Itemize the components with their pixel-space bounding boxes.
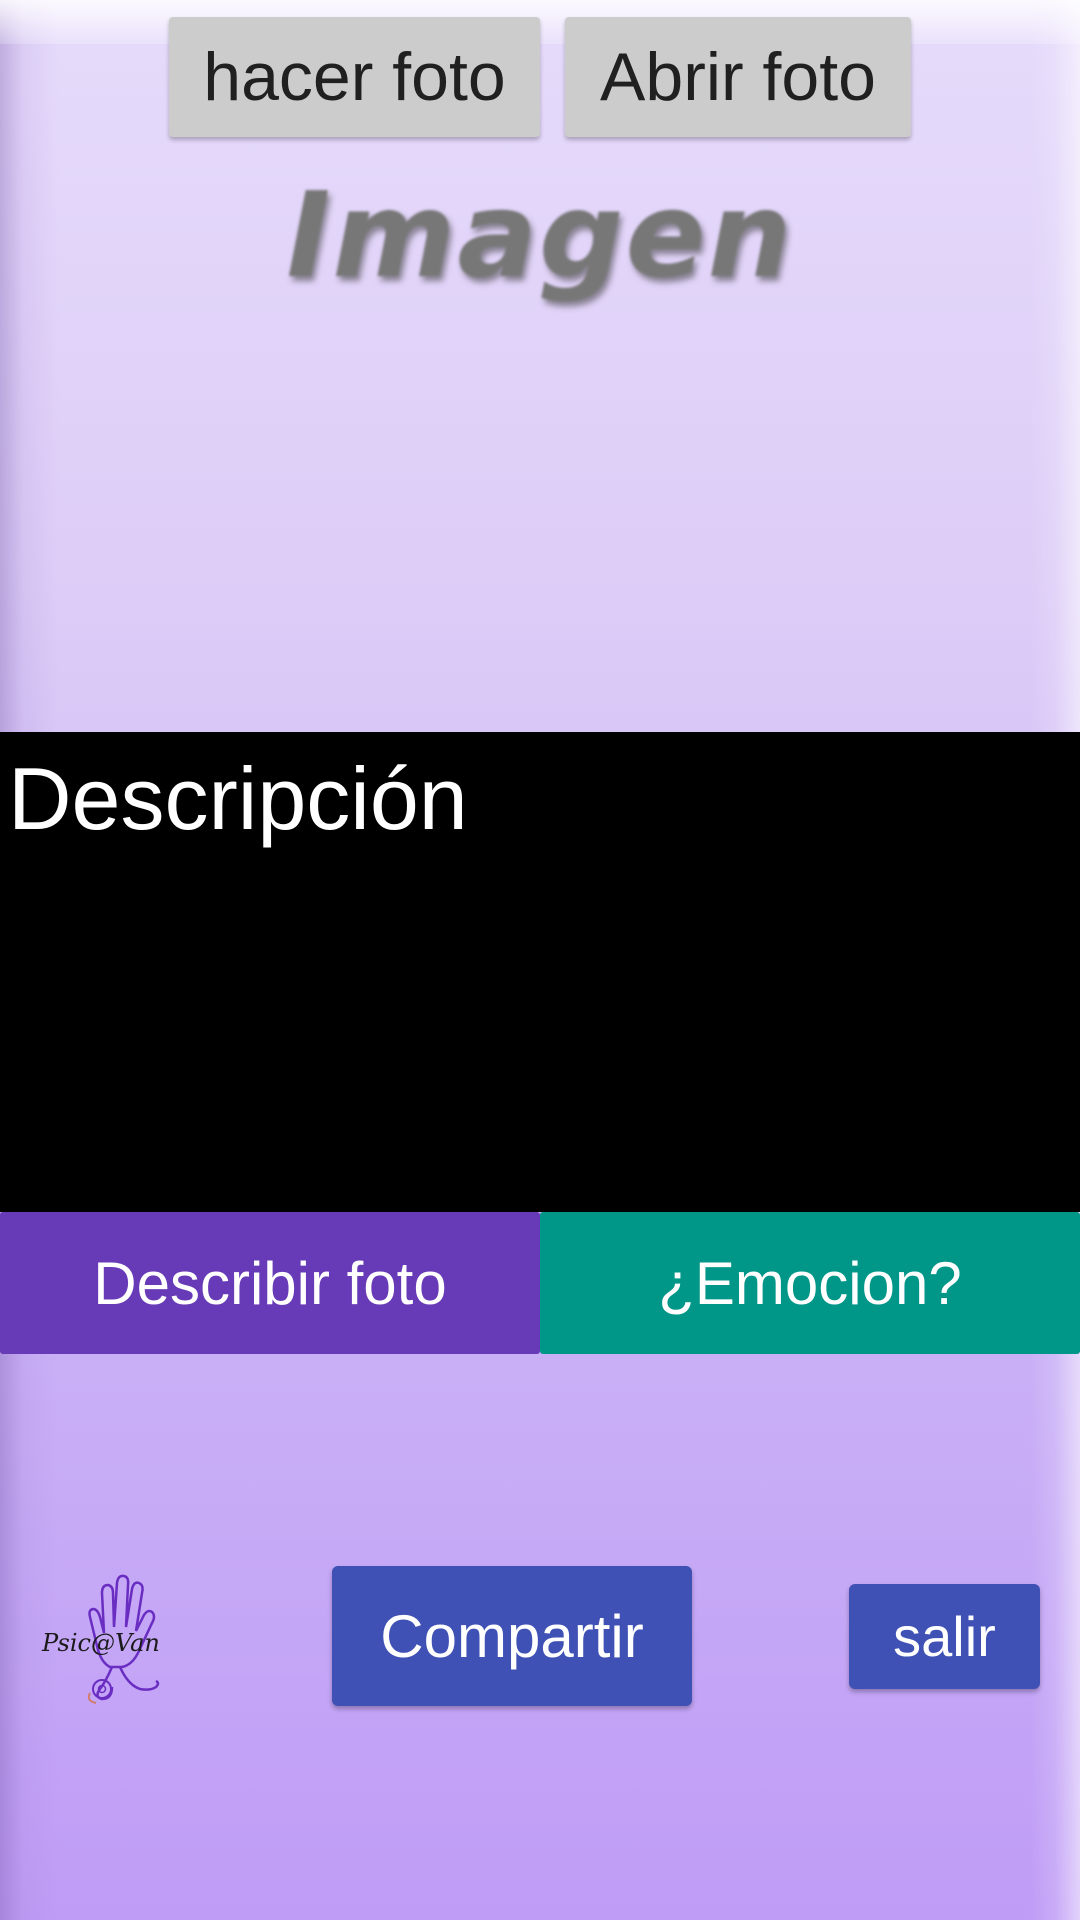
take-photo-button[interactable]: hacer foto [169, 17, 540, 137]
emotion-button[interactable]: ¿Emocion? [540, 1212, 1080, 1354]
exit-button[interactable]: salir [849, 1584, 1040, 1689]
description-panel: Descripción [0, 732, 1080, 1212]
svg-text:Psic@Van: Psic@Van [41, 1629, 160, 1657]
image-placeholder-text: Imagen [286, 166, 794, 304]
open-photo-button[interactable]: Abrir foto [565, 17, 911, 137]
share-button[interactable]: Compartir [332, 1566, 692, 1706]
app-screen: hacer foto Abrir foto Imagen Descripción… [0, 0, 1080, 1920]
hand-logo-icon: Psic@Van [41, 1574, 160, 1704]
background-bevel-top [0, 0, 1080, 44]
describe-photo-button[interactable]: Describir foto [0, 1212, 540, 1354]
image-placeholder: Imagen [0, 150, 1080, 320]
description-text: Descripción [8, 749, 468, 848]
psicovan-logo: Psic@Van [40, 1565, 190, 1705]
